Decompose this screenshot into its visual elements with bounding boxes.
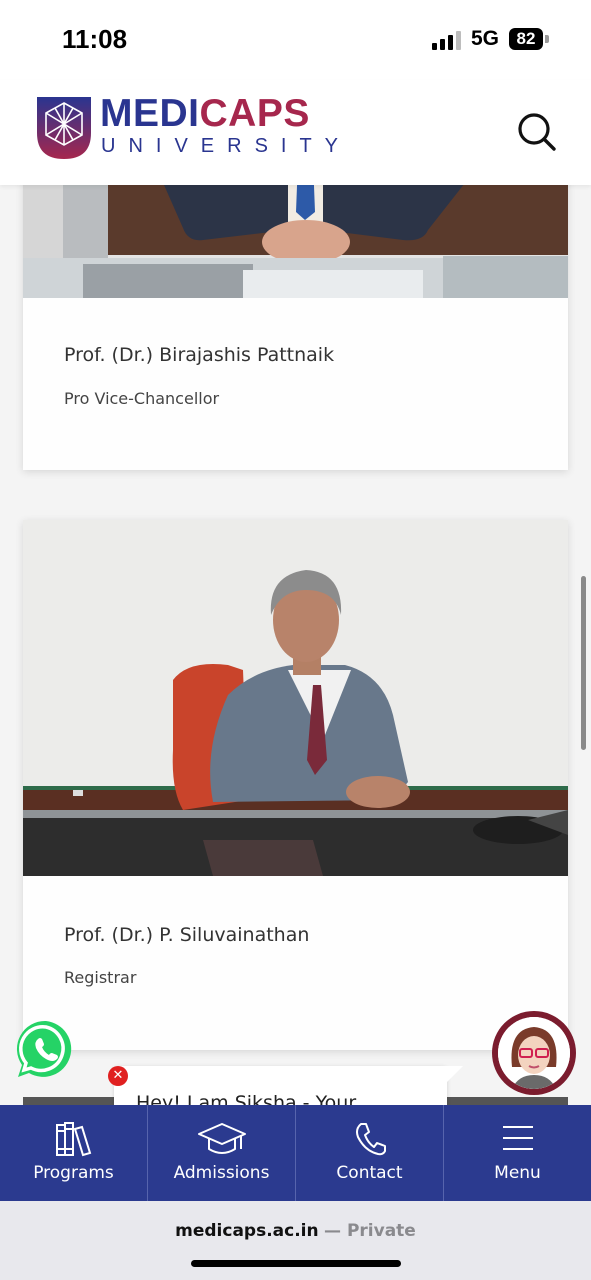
battery-icon: 82 [509, 28, 543, 50]
faculty-photo [23, 520, 568, 876]
hamburger-menu-icon [502, 1126, 533, 1150]
logo-wordmark[interactable]: MEDICAPS [100, 92, 310, 136]
private-mode-label: — Private [324, 1221, 416, 1241]
logo-part-2: CAPS [199, 92, 310, 135]
page-scrollbar[interactable] [581, 576, 586, 750]
nav-label: Contact [336, 1163, 403, 1183]
books-icon [55, 1122, 91, 1157]
search-icon[interactable] [514, 109, 558, 153]
clock: 11:08 [62, 24, 128, 54]
chat-bubble-tail [443, 1066, 463, 1086]
bottom-navigation: Programs Admissions Contact Menu [0, 1105, 591, 1201]
url-domain: medicaps.ac.in [175, 1221, 319, 1241]
faculty-role: Pro Vice-Chancellor [64, 389, 220, 408]
battery-tip [545, 35, 549, 43]
nav-label: Programs [33, 1163, 114, 1183]
nav-label: Admissions [173, 1163, 270, 1183]
faculty-card[interactable]: Prof. (Dr.) P. Siluvainathan Registrar [23, 520, 568, 1050]
whatsapp-icon[interactable] [15, 1018, 77, 1080]
browser-address-bar[interactable]: medicaps.ac.in — Private [0, 1201, 591, 1280]
site-header: MEDICAPS UNIVERSITY [0, 80, 591, 185]
chatbot-avatar[interactable] [492, 1011, 576, 1095]
nav-programs[interactable]: Programs [0, 1105, 147, 1201]
nav-admissions[interactable]: Admissions [147, 1105, 295, 1201]
faculty-name[interactable]: Prof. (Dr.) Birajashis Pattnaik [64, 344, 334, 366]
phone-icon [355, 1123, 386, 1156]
faculty-card[interactable]: Prof. (Dr.) Birajashis Pattnaik Pro Vice… [23, 160, 568, 470]
cellular-signal-icon [432, 30, 462, 50]
home-indicator[interactable] [191, 1260, 401, 1267]
graduation-cap-icon [197, 1123, 246, 1154]
nav-menu[interactable]: Menu [443, 1105, 591, 1201]
avatar-illustration [498, 1017, 570, 1089]
network-type: 5G [471, 27, 500, 50]
logo-subtitle: UNIVERSITY [101, 135, 352, 157]
close-icon[interactable]: ✕ [108, 1066, 128, 1086]
nav-label: Menu [494, 1163, 541, 1183]
logo-part-1: MEDI [100, 92, 200, 135]
url-display[interactable]: medicaps.ac.in — Private [0, 1221, 591, 1241]
university-logo-icon[interactable] [37, 97, 91, 159]
faculty-role: Registrar [64, 968, 137, 987]
faculty-name[interactable]: Prof. (Dr.) P. Siluvainathan [64, 924, 309, 946]
status-bar: 11:08 5G 82 [0, 0, 591, 80]
nav-contact[interactable]: Contact [295, 1105, 443, 1201]
